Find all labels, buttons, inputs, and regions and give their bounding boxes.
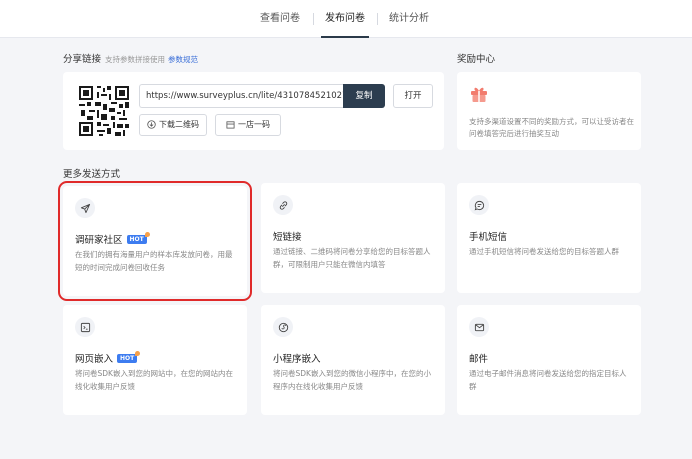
share-section-heading: 分享链接 支持参数拼接使用 参数规范	[63, 51, 198, 65]
more-methods-heading: 更多发送方式	[63, 169, 121, 180]
method-card-email[interactable]: 邮件 通过电子邮件消息将问卷发送给您的指定目标人群	[457, 305, 641, 415]
one-store-one-code-label: 一店一码	[238, 120, 270, 129]
method-description: 将问卷SDK嵌入到您的微信小程序中，在您的小程序内在线化收集用户反馈	[273, 369, 431, 391]
method-icon-wrap	[469, 195, 489, 215]
tab-statistics[interactable]: 统计分析	[383, 0, 435, 38]
method-card-mini-program[interactable]: 小程序嵌入 将问卷SDK嵌入到您的微信小程序中，在您的小程序内在线化收集用户反馈	[261, 305, 445, 415]
param-spec-link[interactable]: 参数规范	[168, 55, 198, 64]
reward-section-heading: 奖励中心	[457, 54, 496, 65]
tab-divider	[313, 13, 314, 25]
method-card-web-embed[interactable]: 网页嵌入 HOT 将问卷SDK嵌入到您的网站中，在您的网站内在线化收集用户反馈	[63, 305, 247, 415]
hot-badge: HOT	[126, 231, 150, 244]
method-title: 小程序嵌入	[273, 354, 321, 365]
method-description: 将问卷SDK嵌入到您的网站中，在您的网站内在线化收集用户反馈	[75, 369, 233, 391]
method-icon-wrap	[273, 317, 293, 337]
open-button[interactable]: 打开	[393, 84, 433, 108]
store-icon	[226, 121, 235, 129]
web-embed-icon	[80, 322, 90, 332]
download-qr-button[interactable]: 下载二维码	[139, 114, 207, 136]
method-description: 通过手机短信将问卷发送给您的目标答题人群	[469, 247, 619, 256]
share-hint: 支持参数拼接使用	[105, 55, 166, 64]
gift-icon	[471, 87, 487, 102]
mini-program-icon	[278, 322, 288, 332]
method-description: 在我们的拥有海量用户的样本库发放问卷，用最短的时间完成问卷回收任务	[75, 250, 233, 272]
method-icon-wrap	[273, 195, 293, 215]
hot-badge: HOT	[117, 350, 141, 363]
tab-view-survey[interactable]: 查看问卷	[251, 0, 309, 38]
method-title: 短链接	[273, 232, 302, 243]
share-card: https://www.surveyplus.cn/lite/431078452…	[63, 72, 444, 150]
copy-button[interactable]: 复制	[343, 84, 385, 108]
one-store-one-code-button[interactable]: 一店一码	[215, 114, 281, 136]
mail-icon	[474, 323, 484, 331]
download-icon	[147, 120, 156, 129]
method-description: 通过电子邮件消息将问卷发送给您的指定目标人群	[469, 369, 627, 391]
method-title: 调研家社区 HOT	[75, 231, 150, 246]
method-title: 邮件	[469, 354, 489, 365]
sms-icon	[474, 200, 484, 210]
share-url-input[interactable]: https://www.surveyplus.cn/lite/431078452…	[139, 84, 343, 108]
reward-card[interactable]: 支持多渠道设置不同的奖励方式，可以让受访者在问卷填答完后进行抽奖互动	[457, 72, 641, 150]
method-icon-wrap	[75, 198, 95, 218]
top-tab-bar: 查看问卷 发布问卷 统计分析	[0, 0, 692, 38]
tab-divider	[377, 13, 378, 25]
method-card-short-link[interactable]: 短链接 通过链接、二维码将问卷分享给您的目标答题人群，可限制用户只能在微信内填答	[261, 183, 445, 293]
method-card-sms[interactable]: 手机短信 通过手机短信将问卷发送给您的目标答题人群	[457, 183, 641, 293]
method-icon-wrap	[75, 317, 95, 337]
method-card-community[interactable]: 调研家社区 HOT 在我们的拥有海量用户的样本库发放问卷，用最短的时间完成问卷回收…	[58, 181, 252, 301]
tab-publish-survey[interactable]: 发布问卷	[321, 0, 369, 38]
link-icon	[279, 200, 287, 210]
method-description: 通过链接、二维码将问卷分享给您的目标答题人群，可限制用户只能在微信内填答	[273, 247, 431, 269]
method-icon-wrap	[469, 317, 489, 337]
method-title: 手机短信	[469, 232, 508, 243]
send-icon	[80, 203, 90, 213]
reward-description: 支持多渠道设置不同的奖励方式，可以让受访者在问卷填答完后进行抽奖互动	[469, 117, 634, 138]
share-title: 分享链接	[63, 54, 102, 65]
method-title: 网页嵌入 HOT	[75, 350, 141, 365]
qr-code-icon	[79, 86, 129, 136]
download-qr-label: 下载二维码	[159, 120, 199, 129]
